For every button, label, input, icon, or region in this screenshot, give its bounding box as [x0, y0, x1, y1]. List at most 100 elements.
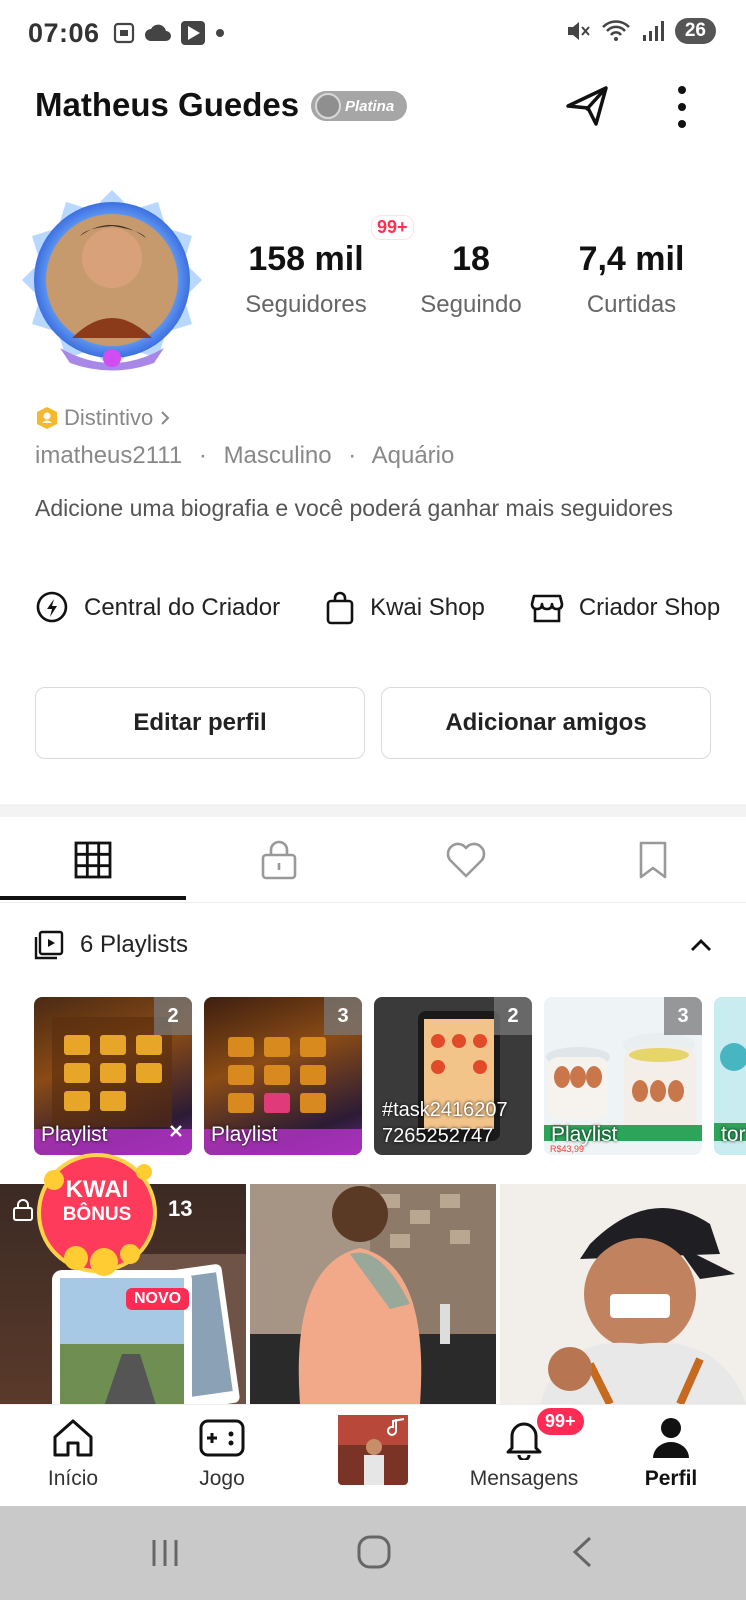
likes-count: 7,4 mil	[578, 240, 685, 278]
badge-icon	[37, 407, 57, 429]
cloud-icon	[145, 24, 171, 41]
nav-home[interactable]: Início	[18, 1413, 128, 1491]
bonus-line1: KWAI	[65, 1176, 129, 1203]
link-label: Criador Shop	[578, 594, 721, 621]
share-icon[interactable]	[562, 80, 614, 132]
creator-links: Central do Criador Kwai Shop Criador Sho…	[34, 590, 746, 626]
following-label: Seguindo	[420, 291, 522, 318]
chevron-up-icon[interactable]	[689, 937, 713, 953]
playlist-icon	[34, 930, 64, 960]
likes-stat[interactable]: 7,4 mil Curtidas	[564, 240, 699, 319]
tier-icon	[315, 93, 341, 119]
shopping-bag-icon	[326, 591, 354, 625]
playlist-card[interactable]: R$43,99 3 Playlist	[544, 997, 702, 1155]
back-icon[interactable]	[570, 1534, 594, 1570]
music-thumbnail-icon	[338, 1415, 408, 1485]
status-time: 07:06	[28, 18, 100, 48]
playlist-count: 2	[154, 997, 192, 1035]
more-options-icon[interactable]	[666, 82, 698, 132]
lock-icon	[261, 840, 297, 880]
nav-label: Início	[47, 1467, 99, 1490]
criador-shop-link[interactable]: Criador Shop	[529, 590, 720, 626]
video-thumbnail	[500, 1184, 746, 1404]
play-store-icon	[181, 21, 205, 45]
lock-icon	[13, 1199, 33, 1221]
playlist-count: 3	[324, 997, 362, 1035]
zodiac-sign: Aquário	[371, 442, 455, 469]
following-count: 18	[452, 240, 490, 278]
messages-badge: 99+	[535, 1406, 586, 1437]
status-bar: 07:06 26	[0, 0, 746, 66]
following-stat[interactable]: 18 Seguindo	[406, 240, 536, 319]
playlist-caption: #task2416207 7265252747	[382, 1099, 508, 1147]
close-icon[interactable]	[168, 1123, 184, 1139]
add-friends-button[interactable]: Adicionar amigos	[381, 687, 711, 759]
playlist-label: tor	[721, 1123, 746, 1146]
home-system-icon[interactable]	[356, 1534, 392, 1570]
tab-grid[interactable]	[0, 817, 186, 903]
status-icons	[112, 20, 226, 46]
signal-icon	[642, 21, 664, 41]
bio-text[interactable]: Adicione uma biografia e você poderá gan…	[35, 493, 675, 524]
kwai-shop-link[interactable]: Kwai Shop	[324, 590, 485, 626]
store-icon	[530, 594, 564, 623]
playlist-label: Playlist	[211, 1123, 278, 1146]
distintivo-link[interactable]: Distintivo	[36, 405, 171, 431]
video-thumbnail	[250, 1184, 496, 1404]
playlists-count-label: 6 Playlists	[80, 931, 189, 958]
tier-label: Platina	[345, 97, 395, 115]
bonus-line2: BÔNUS	[62, 1204, 132, 1225]
playlists-row: 2 Playlist 3 Playlist 2 #task2416207 726…	[34, 997, 746, 1157]
tab-saved[interactable]	[560, 817, 746, 903]
playlists-header[interactable]: 6 Playlists	[34, 930, 188, 960]
video-tile[interactable]	[500, 1184, 746, 1404]
status-right: 26	[565, 18, 716, 44]
profile-icon	[653, 1418, 689, 1458]
heart-icon	[446, 842, 486, 878]
likes-label: Curtidas	[586, 291, 677, 318]
avatar[interactable]	[20, 188, 205, 373]
tab-liked[interactable]	[373, 817, 559, 903]
nav-game[interactable]: Jogo	[167, 1413, 277, 1491]
locked-video-count: 13	[168, 1196, 193, 1221]
playlist-card[interactable]: 2 Playlist	[34, 997, 192, 1155]
followers-notification-badge: 99+	[371, 215, 414, 240]
profile-info-line: imatheus2111 · Masculino · Aquário	[35, 442, 454, 470]
playlist-label: Playlist	[551, 1123, 618, 1146]
nav-create[interactable]	[318, 1413, 428, 1487]
edit-profile-button[interactable]: Editar perfil	[35, 687, 365, 759]
mute-icon	[567, 22, 590, 40]
section-divider	[0, 804, 746, 817]
wifi-icon	[601, 20, 630, 41]
kwai-bonus-button[interactable]: KWAI BÔNUS	[34, 1150, 160, 1276]
grid-icon	[74, 841, 112, 879]
active-tab-indicator	[0, 896, 186, 900]
playlist-card[interactable]: 2 #task2416207 7265252747	[374, 997, 532, 1155]
profile-name: Matheus Guedes	[35, 86, 300, 123]
nav-label: Mensagens	[469, 1467, 579, 1490]
screenshot-icon	[113, 22, 135, 44]
dot-icon	[216, 29, 224, 37]
video-tile[interactable]	[250, 1184, 496, 1404]
link-label: Central do Criador	[84, 594, 281, 621]
gender: Masculino	[223, 442, 332, 469]
playlist-card[interactable]: tor	[714, 997, 746, 1155]
username: imatheus2111	[35, 442, 183, 469]
followers-count: 158 mil	[248, 240, 364, 278]
system-navigation-bar	[0, 1506, 746, 1600]
playlist-count: 2	[494, 997, 532, 1035]
recent-apps-icon[interactable]	[148, 1536, 182, 1570]
playlist-label: Playlist	[41, 1123, 108, 1146]
tab-private[interactable]	[186, 817, 372, 903]
home-icon	[53, 1419, 93, 1457]
central-do-criador-link[interactable]: Central do Criador	[34, 590, 280, 626]
nav-profile[interactable]: Perfil	[616, 1413, 726, 1491]
nav-label: Perfil	[644, 1467, 698, 1490]
followers-stat[interactable]: 158 mil Seguidores	[236, 240, 376, 319]
lightning-circle-icon	[36, 591, 68, 623]
bookmark-icon	[639, 841, 667, 879]
tier-badge[interactable]: Platina	[311, 91, 407, 121]
playlist-card[interactable]: 3 Playlist	[204, 997, 362, 1155]
gamepad-icon	[199, 1419, 245, 1457]
link-label: Kwai Shop	[370, 594, 485, 621]
